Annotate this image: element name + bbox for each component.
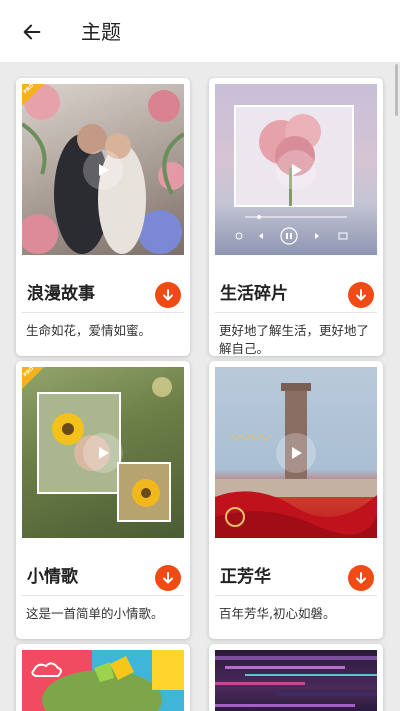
play-icon bbox=[99, 163, 109, 176]
theme-title: 正芳华 bbox=[220, 567, 271, 587]
play-icon bbox=[292, 163, 302, 176]
theme-card-romantic-story[interactable]: PRO 浪漫故事 生命如花，爱情如蜜。 bbox=[16, 78, 190, 356]
back-button[interactable] bbox=[18, 18, 46, 46]
play-button[interactable] bbox=[276, 432, 316, 473]
play-button[interactable] bbox=[276, 149, 316, 190]
theme-description: 这是一首简单的小情歌。 bbox=[26, 606, 164, 621]
arrow-down-icon bbox=[356, 289, 366, 301]
divider bbox=[215, 595, 377, 596]
download-button[interactable] bbox=[155, 565, 181, 591]
arrow-down-icon bbox=[356, 572, 366, 584]
divider bbox=[22, 595, 184, 596]
theme-card-partial[interactable] bbox=[209, 644, 383, 711]
arrow-down-icon bbox=[163, 289, 173, 301]
divider bbox=[22, 312, 184, 313]
glitch-pattern-image bbox=[215, 656, 377, 707]
download-button[interactable] bbox=[348, 565, 374, 591]
theme-thumbnail[interactable] bbox=[22, 650, 184, 711]
theme-description: 更好地了解生活，更好地了解自己。 bbox=[219, 323, 370, 356]
arrow-down-icon bbox=[163, 572, 173, 584]
theme-thumbnail[interactable] bbox=[215, 650, 377, 711]
theme-card-prime-years[interactable]: 〰〰 正芳华 百年芳华,初心如磐。 bbox=[209, 361, 383, 639]
theme-thumbnail[interactable] bbox=[215, 84, 377, 255]
app-bar: 主题 bbox=[0, 0, 400, 62]
play-button[interactable] bbox=[83, 149, 123, 190]
download-button[interactable] bbox=[155, 282, 181, 308]
theme-title: 浪漫故事 bbox=[27, 284, 95, 304]
svg-text:〰〰: 〰〰 bbox=[229, 426, 272, 450]
divider bbox=[215, 312, 377, 313]
scrollbar[interactable] bbox=[395, 64, 398, 116]
play-button[interactable] bbox=[83, 432, 123, 473]
theme-thumbnail[interactable]: PRO bbox=[22, 367, 184, 538]
theme-thumbnail[interactable]: 〰〰 bbox=[215, 367, 377, 538]
colorful-pattern-image bbox=[22, 650, 184, 711]
theme-card-life-fragments[interactable]: 生活碎片 更好地了解生活，更好地了解自己。 bbox=[209, 78, 383, 356]
page-title: 主题 bbox=[81, 20, 121, 44]
play-icon bbox=[292, 446, 302, 459]
play-icon bbox=[99, 446, 109, 459]
arrow-left-icon bbox=[23, 24, 41, 40]
theme-description: 百年芳华,初心如磐。 bbox=[219, 606, 336, 621]
theme-description: 生命如花，爱情如蜜。 bbox=[26, 323, 152, 338]
theme-grid: PRO 浪漫故事 生命如花，爱情如蜜。 生活碎片 更好地了解生活，更好地了解自己… bbox=[0, 62, 400, 711]
download-button[interactable] bbox=[348, 282, 374, 308]
theme-title: 小情歌 bbox=[27, 567, 78, 587]
theme-thumbnail[interactable]: PRO bbox=[22, 84, 184, 255]
theme-card-little-love-song[interactable]: PRO 小情歌 这是一首简单的小情歌。 bbox=[16, 361, 190, 639]
theme-title: 生活碎片 bbox=[220, 284, 288, 304]
theme-card-partial[interactable] bbox=[16, 644, 190, 711]
